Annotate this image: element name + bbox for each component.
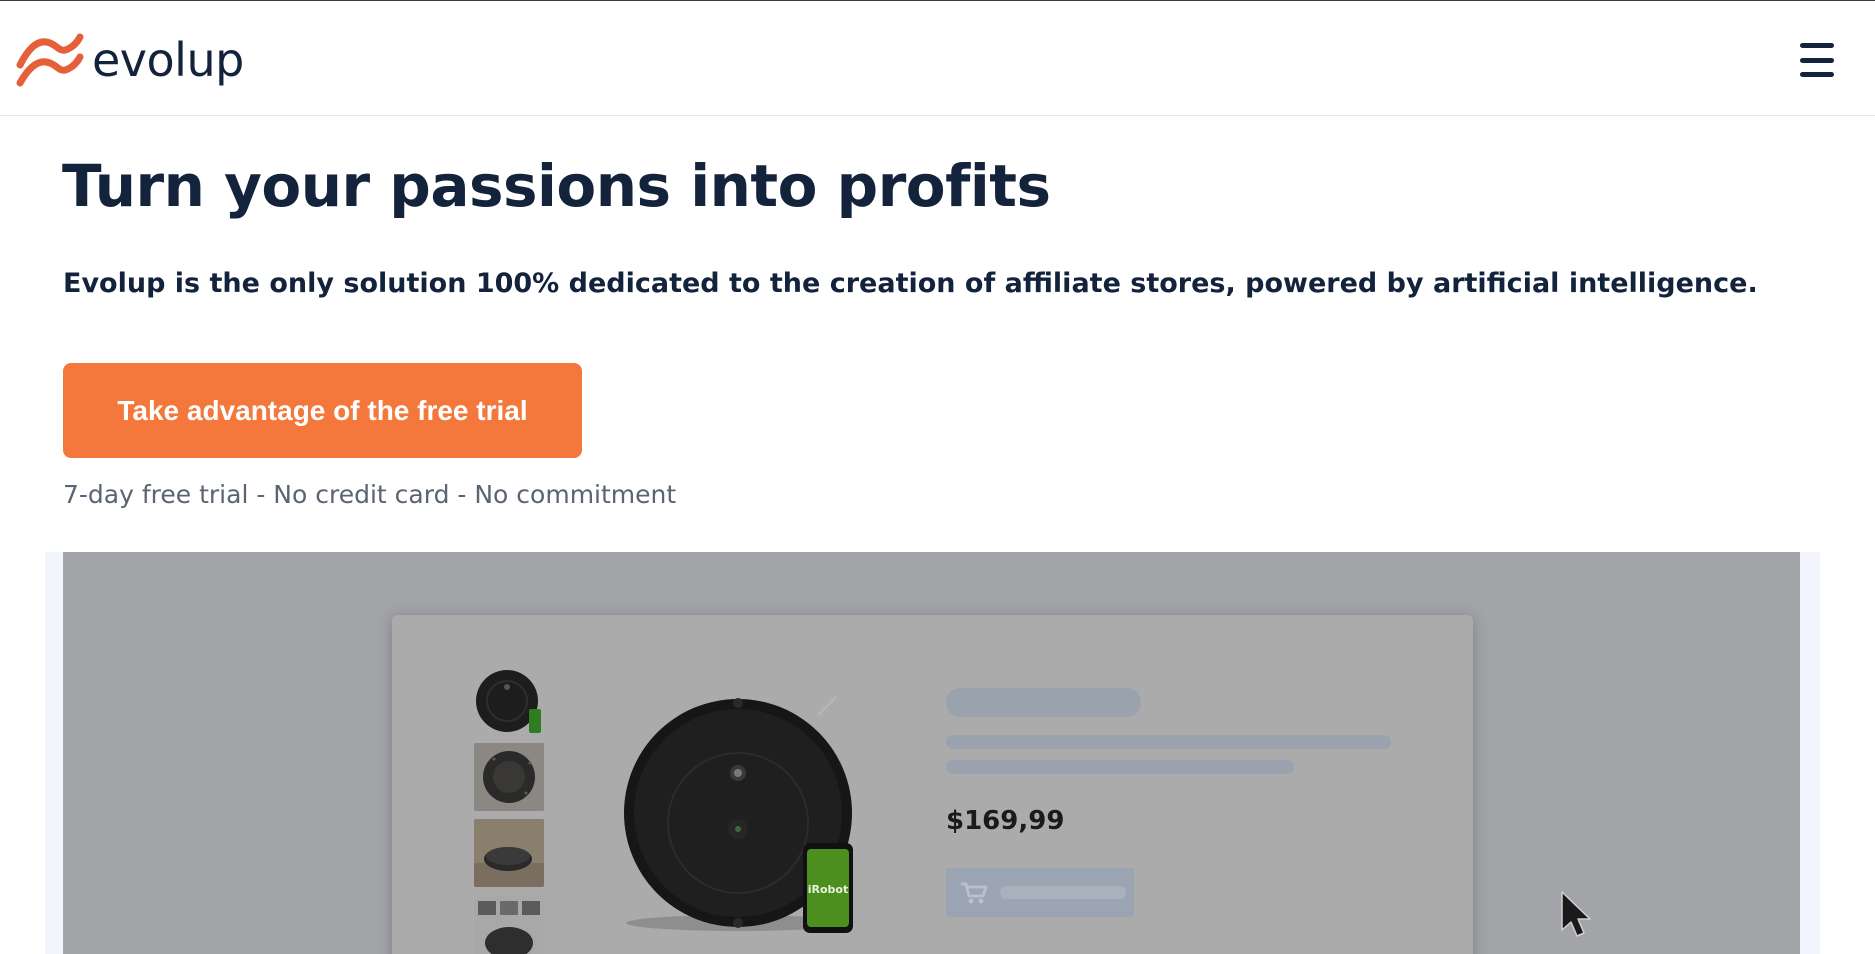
phone-label: iRobot bbox=[808, 883, 849, 896]
product-card-mockup: iRobot $169,99 bbox=[392, 615, 1473, 954]
product-thumbnail[interactable] bbox=[474, 819, 544, 887]
cart-icon bbox=[961, 882, 988, 903]
demo-video-panel[interactable]: iRobot $169,99 bbox=[63, 552, 1800, 954]
hero-title: Turn your passions into profits bbox=[62, 152, 1051, 220]
product-thumbnail[interactable] bbox=[474, 895, 544, 954]
product-title-placeholder bbox=[946, 688, 1141, 717]
cart-label-placeholder bbox=[1000, 886, 1126, 899]
product-description-placeholder bbox=[946, 760, 1294, 774]
robot-vacuum-thumbnail-icon bbox=[474, 895, 544, 954]
add-to-cart-button[interactable] bbox=[946, 868, 1134, 917]
product-thumbnail[interactable] bbox=[474, 743, 544, 811]
product-description-placeholder bbox=[946, 735, 1391, 749]
logo-text: evolup bbox=[92, 33, 244, 87]
hero-subtitle: Evolup is the only solution 100% dedicat… bbox=[63, 268, 1758, 299]
hamburger-menu-icon-bar bbox=[1800, 72, 1834, 77]
hamburger-menu-icon-bar bbox=[1800, 57, 1834, 63]
evolup-logo-icon bbox=[16, 33, 84, 87]
product-price: $169,99 bbox=[946, 806, 1065, 836]
robot-vacuum-thumbnail-icon bbox=[474, 743, 544, 811]
mouse-pointer-icon bbox=[1561, 891, 1591, 937]
trial-note: 7-day free trial - No credit card - No c… bbox=[63, 480, 677, 509]
robot-vacuum-image: iRobot bbox=[624, 696, 853, 933]
robot-vacuum-thumbnail-icon bbox=[474, 819, 544, 887]
free-trial-button[interactable]: Take advantage of the free trial bbox=[63, 363, 582, 458]
robot-vacuum-thumbnail-icon bbox=[476, 670, 541, 733]
logo-link[interactable]: evolup bbox=[16, 31, 244, 89]
product-thumbnail[interactable] bbox=[474, 667, 544, 735]
site-header: evolup bbox=[0, 1, 1875, 116]
hamburger-menu-icon-bar bbox=[1800, 43, 1834, 48]
hamburger-menu-button[interactable] bbox=[1800, 43, 1840, 77]
